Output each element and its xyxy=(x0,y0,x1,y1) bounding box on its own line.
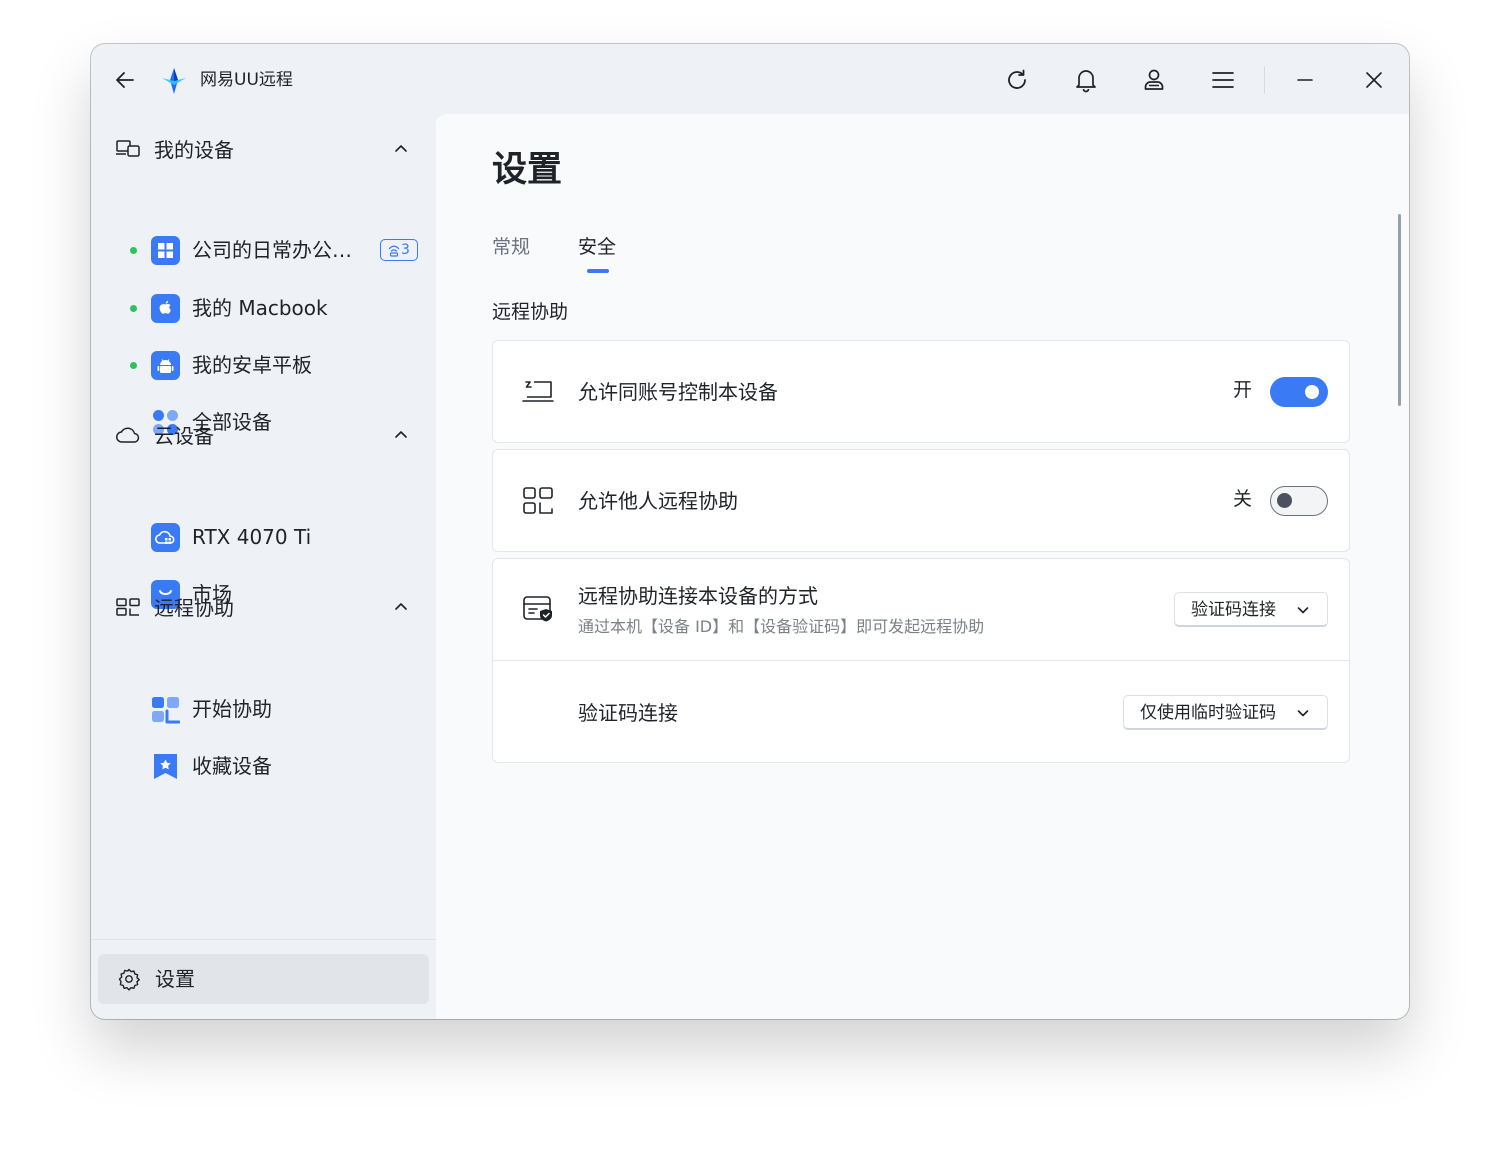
scrollbar[interactable] xyxy=(1398,214,1401,406)
arrow-left-icon xyxy=(116,72,134,88)
connection-method-select[interactable]: 验证码连接 xyxy=(1174,592,1328,627)
sidebar: 我的设备 公司的日常办公… 3 我的 Macbook 我的安卓平板 全部设备 云… xyxy=(91,114,435,1019)
sidebar-group-label: 云设备 xyxy=(154,424,214,448)
toggle-state-label: 关 xyxy=(1233,488,1253,510)
sidebar-item-label: 我的安卓平板 xyxy=(192,353,312,377)
toggle-knob xyxy=(1277,493,1292,508)
menu-button[interactable] xyxy=(1203,60,1243,100)
allow-remote-assist-toggle[interactable] xyxy=(1270,486,1328,516)
page-title: 设置 xyxy=(492,150,563,190)
select-value: 验证码连接 xyxy=(1191,600,1276,620)
settings-panel: 设置 常规 安全 远程协助 允许同账号控制本设备 开 允许他人远程协助 关 远程… xyxy=(436,114,1409,1019)
secure-connection-icon xyxy=(521,592,555,626)
sidebar-item-android-tablet[interactable]: 我的安卓平板 xyxy=(91,342,435,388)
start-assist-icon xyxy=(151,695,180,724)
link-icon xyxy=(388,245,400,257)
minimize-button[interactable] xyxy=(1285,60,1325,100)
setting-label: 远程协助连接本设备的方式 xyxy=(578,584,818,608)
refresh-button[interactable] xyxy=(997,60,1037,100)
sidebar-group-remote-assist[interactable]: 远程协助 xyxy=(91,585,435,629)
sidebar-item-label: RTX 4070 Ti xyxy=(192,525,312,549)
sidebar-item-settings[interactable]: 设置 xyxy=(98,954,429,1004)
user-icon xyxy=(1144,69,1164,90)
toggle-knob xyxy=(1305,385,1319,399)
chevron-up-icon xyxy=(393,427,409,443)
sidebar-group-label: 我的设备 xyxy=(154,138,234,162)
setting-label: 允许同账号控制本设备 xyxy=(578,380,778,404)
android-icon xyxy=(151,351,180,380)
sidebar-item-label: 我的 Macbook xyxy=(192,296,328,320)
setting-card-same-account-control: 允许同账号控制本设备 开 xyxy=(492,340,1350,443)
apple-icon xyxy=(151,294,180,323)
select-value: 仅使用临时验证码 xyxy=(1140,703,1276,723)
verification-code-select[interactable]: 仅使用临时验证码 xyxy=(1123,695,1328,730)
chevron-up-icon xyxy=(393,599,409,615)
sidebar-group-my-devices[interactable]: 我的设备 xyxy=(91,127,435,171)
setting-description: 通过本机【设备 ID】和【设备验证码】即可发起远程协助 xyxy=(578,617,985,636)
tab-security[interactable]: 安全 xyxy=(578,234,616,260)
sidebar-item-label: 公司的日常办公… xyxy=(192,238,352,262)
settings-label: 设置 xyxy=(155,967,195,991)
setting-label: 允许他人远程协助 xyxy=(578,489,738,513)
chevron-down-icon xyxy=(1296,706,1310,720)
titlebar-divider xyxy=(1264,66,1265,94)
back-button[interactable] xyxy=(109,64,141,96)
cloud-pc-icon xyxy=(151,523,180,552)
sidebar-item-office-pc[interactable]: 公司的日常办公… 3 xyxy=(91,227,435,273)
cloud-icon xyxy=(115,424,141,446)
setting-label: 验证码连接 xyxy=(578,701,678,725)
laptop-control-icon xyxy=(521,375,555,409)
chevron-up-icon xyxy=(393,141,409,157)
app-logo xyxy=(159,66,189,96)
menu-icon xyxy=(1212,72,1234,88)
windows-icon xyxy=(151,236,180,265)
title-bar: 网易UU远程 xyxy=(91,44,1409,114)
remote-assist-icon xyxy=(115,596,141,618)
online-status-dot xyxy=(130,305,137,312)
minimize-icon xyxy=(1297,79,1313,81)
sidebar-item-label: 收藏设备 xyxy=(192,754,272,778)
app-title: 网易UU远程 xyxy=(200,70,293,90)
refresh-icon xyxy=(1008,69,1026,89)
sidebar-item-macbook[interactable]: 我的 Macbook xyxy=(91,285,435,331)
setting-card-allow-remote-assist: 允许他人远程协助 关 xyxy=(492,449,1350,552)
online-status-dot xyxy=(130,247,137,254)
sidebar-divider xyxy=(91,939,435,940)
setting-card-connection-method: 远程协助连接本设备的方式 通过本机【设备 ID】和【设备验证码】即可发起远程协助… xyxy=(492,558,1350,763)
sidebar-item-label: 开始协助 xyxy=(192,697,272,721)
card-divider xyxy=(493,660,1349,661)
devices-icon xyxy=(115,138,141,160)
section-title: 远程协助 xyxy=(492,301,569,323)
sidebar-item-start-assist[interactable]: 开始协助 xyxy=(91,686,435,732)
sidebar-group-label: 远程协助 xyxy=(154,596,234,620)
bookmark-star-icon xyxy=(151,752,180,781)
chevron-down-icon xyxy=(1296,603,1310,617)
same-account-control-toggle[interactable] xyxy=(1270,377,1328,407)
sidebar-item-favorites[interactable]: 收藏设备 xyxy=(91,743,435,789)
sidebar-group-cloud-devices[interactable]: 云设备 xyxy=(91,413,435,457)
active-tab-indicator xyxy=(587,269,609,273)
notifications-button[interactable] xyxy=(1066,60,1106,100)
toggle-state-label: 开 xyxy=(1233,379,1253,401)
tab-general[interactable]: 常规 xyxy=(492,234,530,260)
remote-assist-icon xyxy=(521,484,555,518)
sidebar-item-rtx-4070-ti[interactable]: RTX 4070 Ti xyxy=(91,514,435,560)
bell-icon xyxy=(1076,70,1096,93)
gear-icon xyxy=(117,967,141,991)
close-button[interactable] xyxy=(1354,60,1394,100)
online-status-dot xyxy=(130,362,137,369)
connection-count-badge: 3 xyxy=(380,239,418,261)
account-button[interactable] xyxy=(1134,60,1174,100)
badge-count: 3 xyxy=(401,241,410,258)
app-window: 网易UU远程 我的设备 公司的日常办公… 3 我的 Macbook 我的安卓平板… xyxy=(91,44,1409,1019)
close-icon xyxy=(1366,72,1382,88)
